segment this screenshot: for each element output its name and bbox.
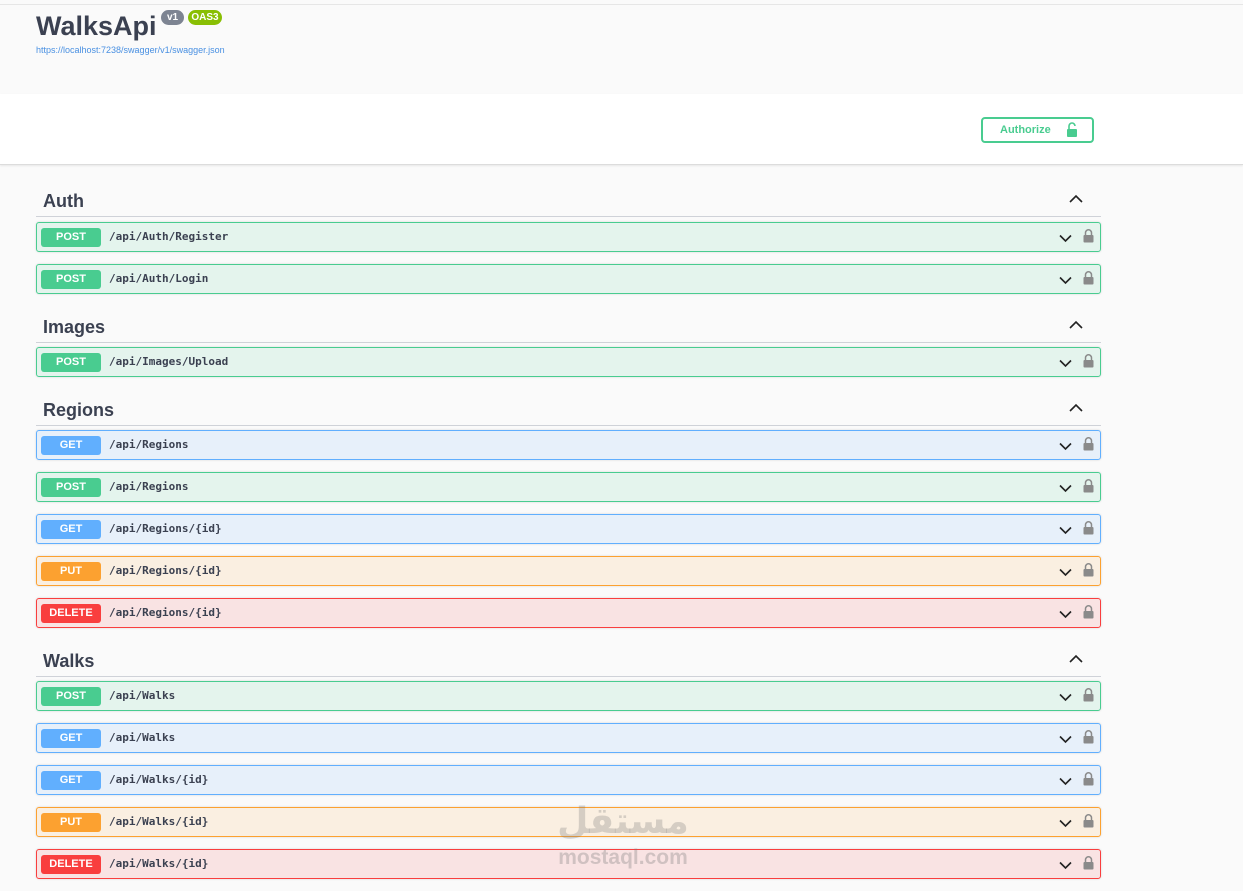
method-badge: DELETE bbox=[41, 604, 101, 623]
operation-post-row[interactable]: POST/api/Images/Upload bbox=[36, 347, 1101, 377]
endpoint-path: /api/Regions bbox=[109, 438, 189, 451]
operation-get-row[interactable]: GET/api/Walks bbox=[36, 723, 1101, 753]
chevron-down-icon bbox=[1059, 735, 1072, 744]
endpoint-path: /api/Images/Upload bbox=[109, 355, 229, 368]
lock-icon bbox=[1083, 271, 1094, 285]
lock-icon bbox=[1083, 563, 1094, 577]
authorize-button[interactable]: Authorize bbox=[981, 117, 1094, 143]
chevron-down-icon bbox=[1059, 610, 1072, 619]
endpoint-path: /api/Regions bbox=[109, 480, 189, 493]
method-badge: POST bbox=[41, 270, 101, 289]
operation-delete-row[interactable]: DELETE/api/Regions/{id} bbox=[36, 598, 1101, 628]
endpoint-path: /api/Walks/{id} bbox=[109, 815, 209, 828]
chevron-down-icon bbox=[1059, 777, 1072, 786]
operation-put-row[interactable]: PUT/api/Walks/{id} bbox=[36, 807, 1101, 837]
chevron-down-icon bbox=[1059, 819, 1072, 828]
lock-icon bbox=[1083, 521, 1094, 535]
lock-icon bbox=[1083, 772, 1094, 786]
endpoint-path: /api/Regions/{id} bbox=[109, 564, 222, 577]
version-badge: v1 bbox=[161, 10, 184, 25]
chevron-down-icon bbox=[1059, 234, 1072, 243]
operation-post-row[interactable]: POST/api/Auth/Register bbox=[36, 222, 1101, 252]
method-badge: PUT bbox=[41, 813, 101, 832]
chevron-down-icon bbox=[1059, 568, 1072, 577]
method-badge: POST bbox=[41, 228, 101, 247]
method-badge: DELETE bbox=[41, 855, 101, 874]
tag-header-regions[interactable]: Regions bbox=[36, 390, 1101, 426]
chevron-down-icon bbox=[1059, 526, 1072, 535]
operation-get-row[interactable]: GET/api/Walks/{id} bbox=[36, 765, 1101, 795]
operation-post-row[interactable]: POST/api/Walks bbox=[36, 681, 1101, 711]
chevron-down-icon bbox=[1059, 359, 1072, 368]
operation-post-row[interactable]: POST/api/Regions bbox=[36, 472, 1101, 502]
operation-delete-row[interactable]: DELETE/api/Walks/{id} bbox=[36, 849, 1101, 879]
lock-icon bbox=[1083, 605, 1094, 619]
method-badge: POST bbox=[41, 478, 101, 497]
tag-name: Regions bbox=[43, 400, 115, 420]
oas-badge: OAS3 bbox=[188, 10, 222, 25]
api-title: WalksApi bbox=[36, 11, 157, 41]
top-divider bbox=[0, 4, 1243, 5]
unlock-icon bbox=[1067, 122, 1077, 137]
lock-icon bbox=[1083, 437, 1094, 451]
chevron-down-icon bbox=[1059, 693, 1072, 702]
chevron-up-icon bbox=[1069, 194, 1083, 203]
lock-icon bbox=[1083, 856, 1094, 870]
lock-icon bbox=[1083, 730, 1094, 744]
chevron-down-icon bbox=[1059, 484, 1072, 493]
endpoint-path: /api/Walks/{id} bbox=[109, 773, 209, 786]
endpoint-path: /api/Walks bbox=[109, 689, 176, 702]
spec-url-link[interactable]: https://localhost:7238/swagger/v1/swagge… bbox=[36, 45, 225, 55]
api-info: WalksApi v1 OAS3 https://localhost:7238/… bbox=[36, 10, 736, 70]
endpoint-path: /api/Regions/{id} bbox=[109, 606, 222, 619]
endpoint-path: /api/Walks/{id} bbox=[109, 857, 209, 870]
endpoint-path: /api/Auth/Login bbox=[109, 272, 209, 285]
endpoint-path: /api/Auth/Register bbox=[109, 230, 229, 243]
tag-name: Images bbox=[43, 317, 106, 337]
tag-name: Walks bbox=[43, 651, 95, 671]
tag-header-walks[interactable]: Walks bbox=[36, 641, 1101, 677]
tag-name: Auth bbox=[43, 191, 84, 211]
operation-post-row[interactable]: POST/api/Auth/Login bbox=[36, 264, 1101, 294]
endpoint-path: /api/Walks bbox=[109, 731, 176, 744]
chevron-down-icon bbox=[1059, 442, 1072, 451]
method-badge: PUT bbox=[41, 562, 101, 581]
lock-icon bbox=[1083, 229, 1094, 243]
tag-header-auth[interactable]: Auth bbox=[36, 181, 1101, 217]
chevron-up-icon bbox=[1069, 654, 1083, 663]
method-badge: GET bbox=[41, 771, 101, 790]
chevron-up-icon bbox=[1069, 320, 1083, 329]
lock-icon bbox=[1083, 688, 1094, 702]
method-badge: POST bbox=[41, 353, 101, 372]
chevron-up-icon bbox=[1069, 403, 1083, 412]
lock-icon bbox=[1083, 354, 1094, 368]
endpoint-path: /api/Regions/{id} bbox=[109, 522, 222, 535]
lock-icon bbox=[1083, 814, 1094, 828]
method-badge: GET bbox=[41, 436, 101, 455]
method-badge: GET bbox=[41, 729, 101, 748]
operation-get-row[interactable]: GET/api/Regions/{id} bbox=[36, 514, 1101, 544]
chevron-down-icon bbox=[1059, 276, 1072, 285]
operation-put-row[interactable]: PUT/api/Regions/{id} bbox=[36, 556, 1101, 586]
scheme-bar: Authorize bbox=[0, 94, 1243, 165]
chevron-down-icon bbox=[1059, 861, 1072, 870]
tag-header-images[interactable]: Images bbox=[36, 307, 1101, 343]
operation-get-row[interactable]: GET/api/Regions bbox=[36, 430, 1101, 460]
method-badge: POST bbox=[41, 687, 101, 706]
authorize-label: Authorize bbox=[1000, 124, 1051, 136]
method-badge: GET bbox=[41, 520, 101, 539]
lock-icon bbox=[1083, 479, 1094, 493]
